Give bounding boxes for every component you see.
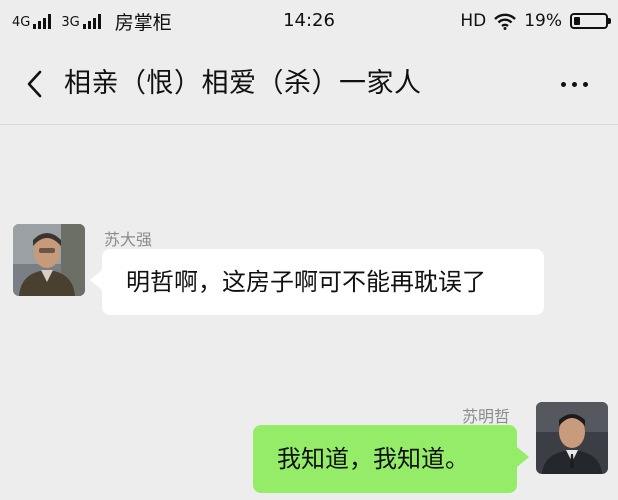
bubble-tail (517, 447, 529, 467)
battery-percent: 19% (524, 11, 562, 31)
battery-icon (570, 13, 611, 29)
bubble-tail (90, 270, 102, 290)
chat-title: 相亲（恨）相爱（杀）一家人 (64, 68, 422, 99)
hd-label: HD (460, 11, 487, 31)
status-bar: 4G 3G 房掌柜 14:26 HD 19% (0, 0, 618, 42)
status-right: HD 19% (460, 11, 611, 31)
back-button[interactable] (22, 68, 46, 100)
network-4g-label: 4G (12, 14, 31, 30)
signal-bars-icon (33, 13, 52, 29)
message-bubble[interactable]: 我知道，我知道。 (253, 425, 517, 493)
avatar[interactable] (13, 224, 85, 296)
sender-name: 苏明哲 (462, 407, 511, 426)
status-time: 14:26 (283, 10, 335, 31)
avatar[interactable] (536, 402, 608, 474)
network-3g-label: 3G (61, 14, 80, 30)
battery-fill (574, 17, 580, 25)
message-bubble[interactable]: 明哲啊，这房子啊可不能再耽误了 (102, 249, 544, 315)
chat-header: 相亲（恨）相爱（杀）一家人 (0, 42, 618, 125)
avatar-image (536, 402, 608, 474)
more-dots-icon (561, 81, 566, 87)
message-text: 我知道，我知道。 (277, 445, 469, 473)
message-text: 明哲啊，这房子啊可不能再耽误了 (126, 268, 486, 296)
more-button[interactable] (561, 72, 588, 96)
network-4g: 4G (12, 13, 52, 30)
signal-bars-icon (82, 13, 101, 29)
carrier-name: 房掌柜 (114, 11, 172, 34)
avatar-image (13, 224, 85, 296)
network-3g: 3G (61, 13, 101, 30)
status-left: 4G 3G 房掌柜 (12, 8, 172, 35)
sender-name: 苏大强 (104, 230, 153, 249)
chevron-left-icon (27, 70, 42, 98)
wifi-icon (494, 13, 517, 30)
